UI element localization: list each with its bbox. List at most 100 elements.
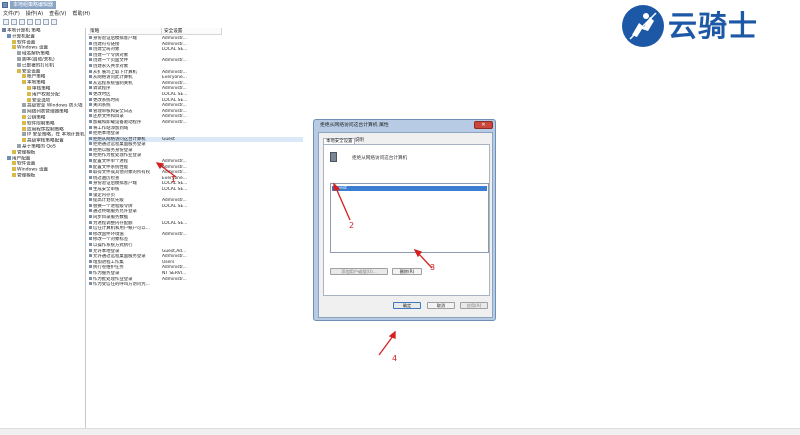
app-icon (2, 2, 8, 8)
properties-icon[interactable] (51, 19, 57, 25)
policy-row[interactable]: 作为受信任的呼叫方访问凭... (88, 282, 303, 288)
policy-icon (89, 119, 92, 123)
forward-icon[interactable] (11, 19, 17, 25)
add-user-or-group-button[interactable]: 添加用户或组(U)... (330, 268, 388, 275)
policy-icon (89, 237, 92, 241)
policy-name-text: 取得文件或其他对象的所有权 (93, 170, 151, 176)
policy-icon (89, 131, 92, 135)
policy-name-text: 从扩展坞上取下计算机 (93, 69, 137, 75)
folder-icon (22, 103, 26, 108)
menu-help[interactable]: 帮助(H) (72, 11, 90, 18)
policy-name-text: 创建一个令牌对象 (93, 52, 129, 58)
policy-name-text: 更改系统时间 (93, 97, 120, 103)
policy-icon (89, 47, 92, 51)
policy-name-text: 通过终端服务允许登录 (93, 209, 137, 215)
console-tree: 本地计算机 策略 计算机配置 软件设置 Windows 设置 域名解析策略 脚本(启动/关… (0, 28, 86, 428)
policy-icon (89, 103, 92, 107)
policy-name-text: 从网络访问此计算机 (93, 75, 133, 81)
tree-item-label: 安全选项 (32, 98, 51, 104)
folder-icon (22, 80, 26, 85)
help-icon[interactable] (43, 19, 49, 25)
policy-icon (89, 164, 92, 168)
horizontal-scrollbar[interactable] (0, 428, 800, 435)
policy-icon (89, 108, 92, 112)
watermark-logo: 云骑士 (622, 5, 798, 47)
policy-name-text: 信任计算机和用户帐户可以... (93, 226, 150, 232)
cancel-button[interactable]: 取消 (427, 302, 455, 309)
member-list[interactable]: Guest (330, 183, 489, 253)
show-tree-icon[interactable] (27, 19, 33, 25)
tree-item-label: 域名解析策略 (22, 51, 50, 57)
folder-icon (17, 143, 21, 148)
policy-name-text: 创建永久共享对象 (93, 63, 129, 69)
tree-item-label: 基于策略的 QoS (22, 144, 56, 150)
back-icon[interactable] (3, 19, 9, 25)
policy-icon (89, 69, 92, 73)
policy-name-text: 配置文件系统性能 (93, 164, 129, 170)
policy-icon (89, 63, 92, 67)
policy-name-text: 作为批处理作业登录 (93, 276, 133, 282)
policy-icon (89, 86, 92, 90)
export-icon[interactable] (35, 19, 41, 25)
policy-icon (89, 215, 92, 218)
menu-view[interactable]: 查看(V) (49, 11, 66, 18)
knight-logo-icon (622, 5, 664, 47)
column-policy[interactable]: 策略 (88, 28, 162, 35)
dialog-title: 拒绝从网络访问这台计算机 属性 (320, 123, 389, 128)
dialog-panel: 拒绝从网络访问这台计算机 Guest 添加用户或组(U)... 删除(R) (323, 144, 490, 296)
folder-icon (17, 51, 21, 56)
policy-name-text: 拒绝以服务身份登录 (93, 147, 133, 153)
column-setting[interactable]: 安全设置 (162, 28, 222, 35)
policy-icon (89, 242, 92, 246)
folder-icon (27, 85, 31, 90)
policy-name-text: 提高计划优先级 (93, 198, 124, 204)
folder-icon (12, 45, 16, 50)
policy-icon (89, 170, 92, 174)
dialog-close-button[interactable]: ✕ (474, 121, 493, 129)
annotation-arrowhead-4 (388, 330, 396, 339)
remove-button[interactable]: 删除(R) (392, 268, 422, 275)
policy-name-text: 拒绝本地登录 (93, 131, 120, 137)
tree-item[interactable]: 管理模板 (0, 172, 85, 179)
policy-name-text: 拒绝从网络访问这台计算机 (93, 136, 146, 142)
menu-action[interactable]: 操作(A) (26, 11, 43, 18)
folder-icon (17, 68, 21, 73)
policy-icon (89, 282, 92, 286)
policy-icon (89, 254, 92, 258)
tree-item-label: 应用程序控制策略 (27, 127, 64, 133)
menu-file[interactable]: 文件(F) (3, 11, 20, 18)
policy-name-text: 为进程调整内存配额 (93, 220, 133, 226)
policy-name-text: 绕过遍历检查 (93, 175, 120, 181)
up-icon[interactable] (19, 19, 25, 25)
policy-name-text: 增加进程工作集 (93, 259, 124, 265)
tree-item-label: 本地计算机 策略 (7, 28, 41, 34)
policy-name-text: 以操作系统方式执行 (93, 242, 133, 248)
tree-item-label: 脚本(启动/关机) (22, 57, 55, 63)
member-item-guest[interactable]: Guest (332, 186, 487, 191)
policy-name: 拒绝从网络访问这台计算机 (352, 156, 408, 161)
folder-icon (22, 126, 26, 131)
tree-item-label: 管理模板 (17, 150, 36, 156)
tree-item-label: 管理模板 (17, 173, 36, 179)
folder-icon (22, 109, 26, 114)
folder-icon (22, 132, 26, 137)
policy-icon (89, 142, 92, 146)
folder-icon (12, 167, 16, 172)
policy-icon (89, 187, 92, 191)
tree-item-label: 高级审核策略配置 (27, 138, 64, 144)
folder-icon (12, 172, 16, 177)
policy-icon (89, 192, 92, 196)
tree-item-label: 网络列表管理器策略 (27, 109, 69, 115)
ok-button[interactable]: 确定 (393, 302, 421, 309)
policy-icon (89, 52, 92, 56)
tree-item-label: IP 安全策略，在 本地计算机 (27, 132, 85, 138)
annotation-number-1: 1 (171, 175, 177, 184)
apply-button[interactable]: 应用(A) (460, 302, 488, 309)
annotation-number-4: 4 (392, 354, 398, 363)
folder-icon (12, 161, 16, 166)
folder-icon (22, 114, 26, 119)
policy-list: 身份验证后模拟客户端 Administr... 创建符号链接 Administr...… (88, 36, 303, 428)
tree-item-label: 帐户策略 (27, 74, 46, 80)
folder-icon (17, 62, 21, 67)
policy-name-text: 锁定内存页 (93, 192, 115, 198)
